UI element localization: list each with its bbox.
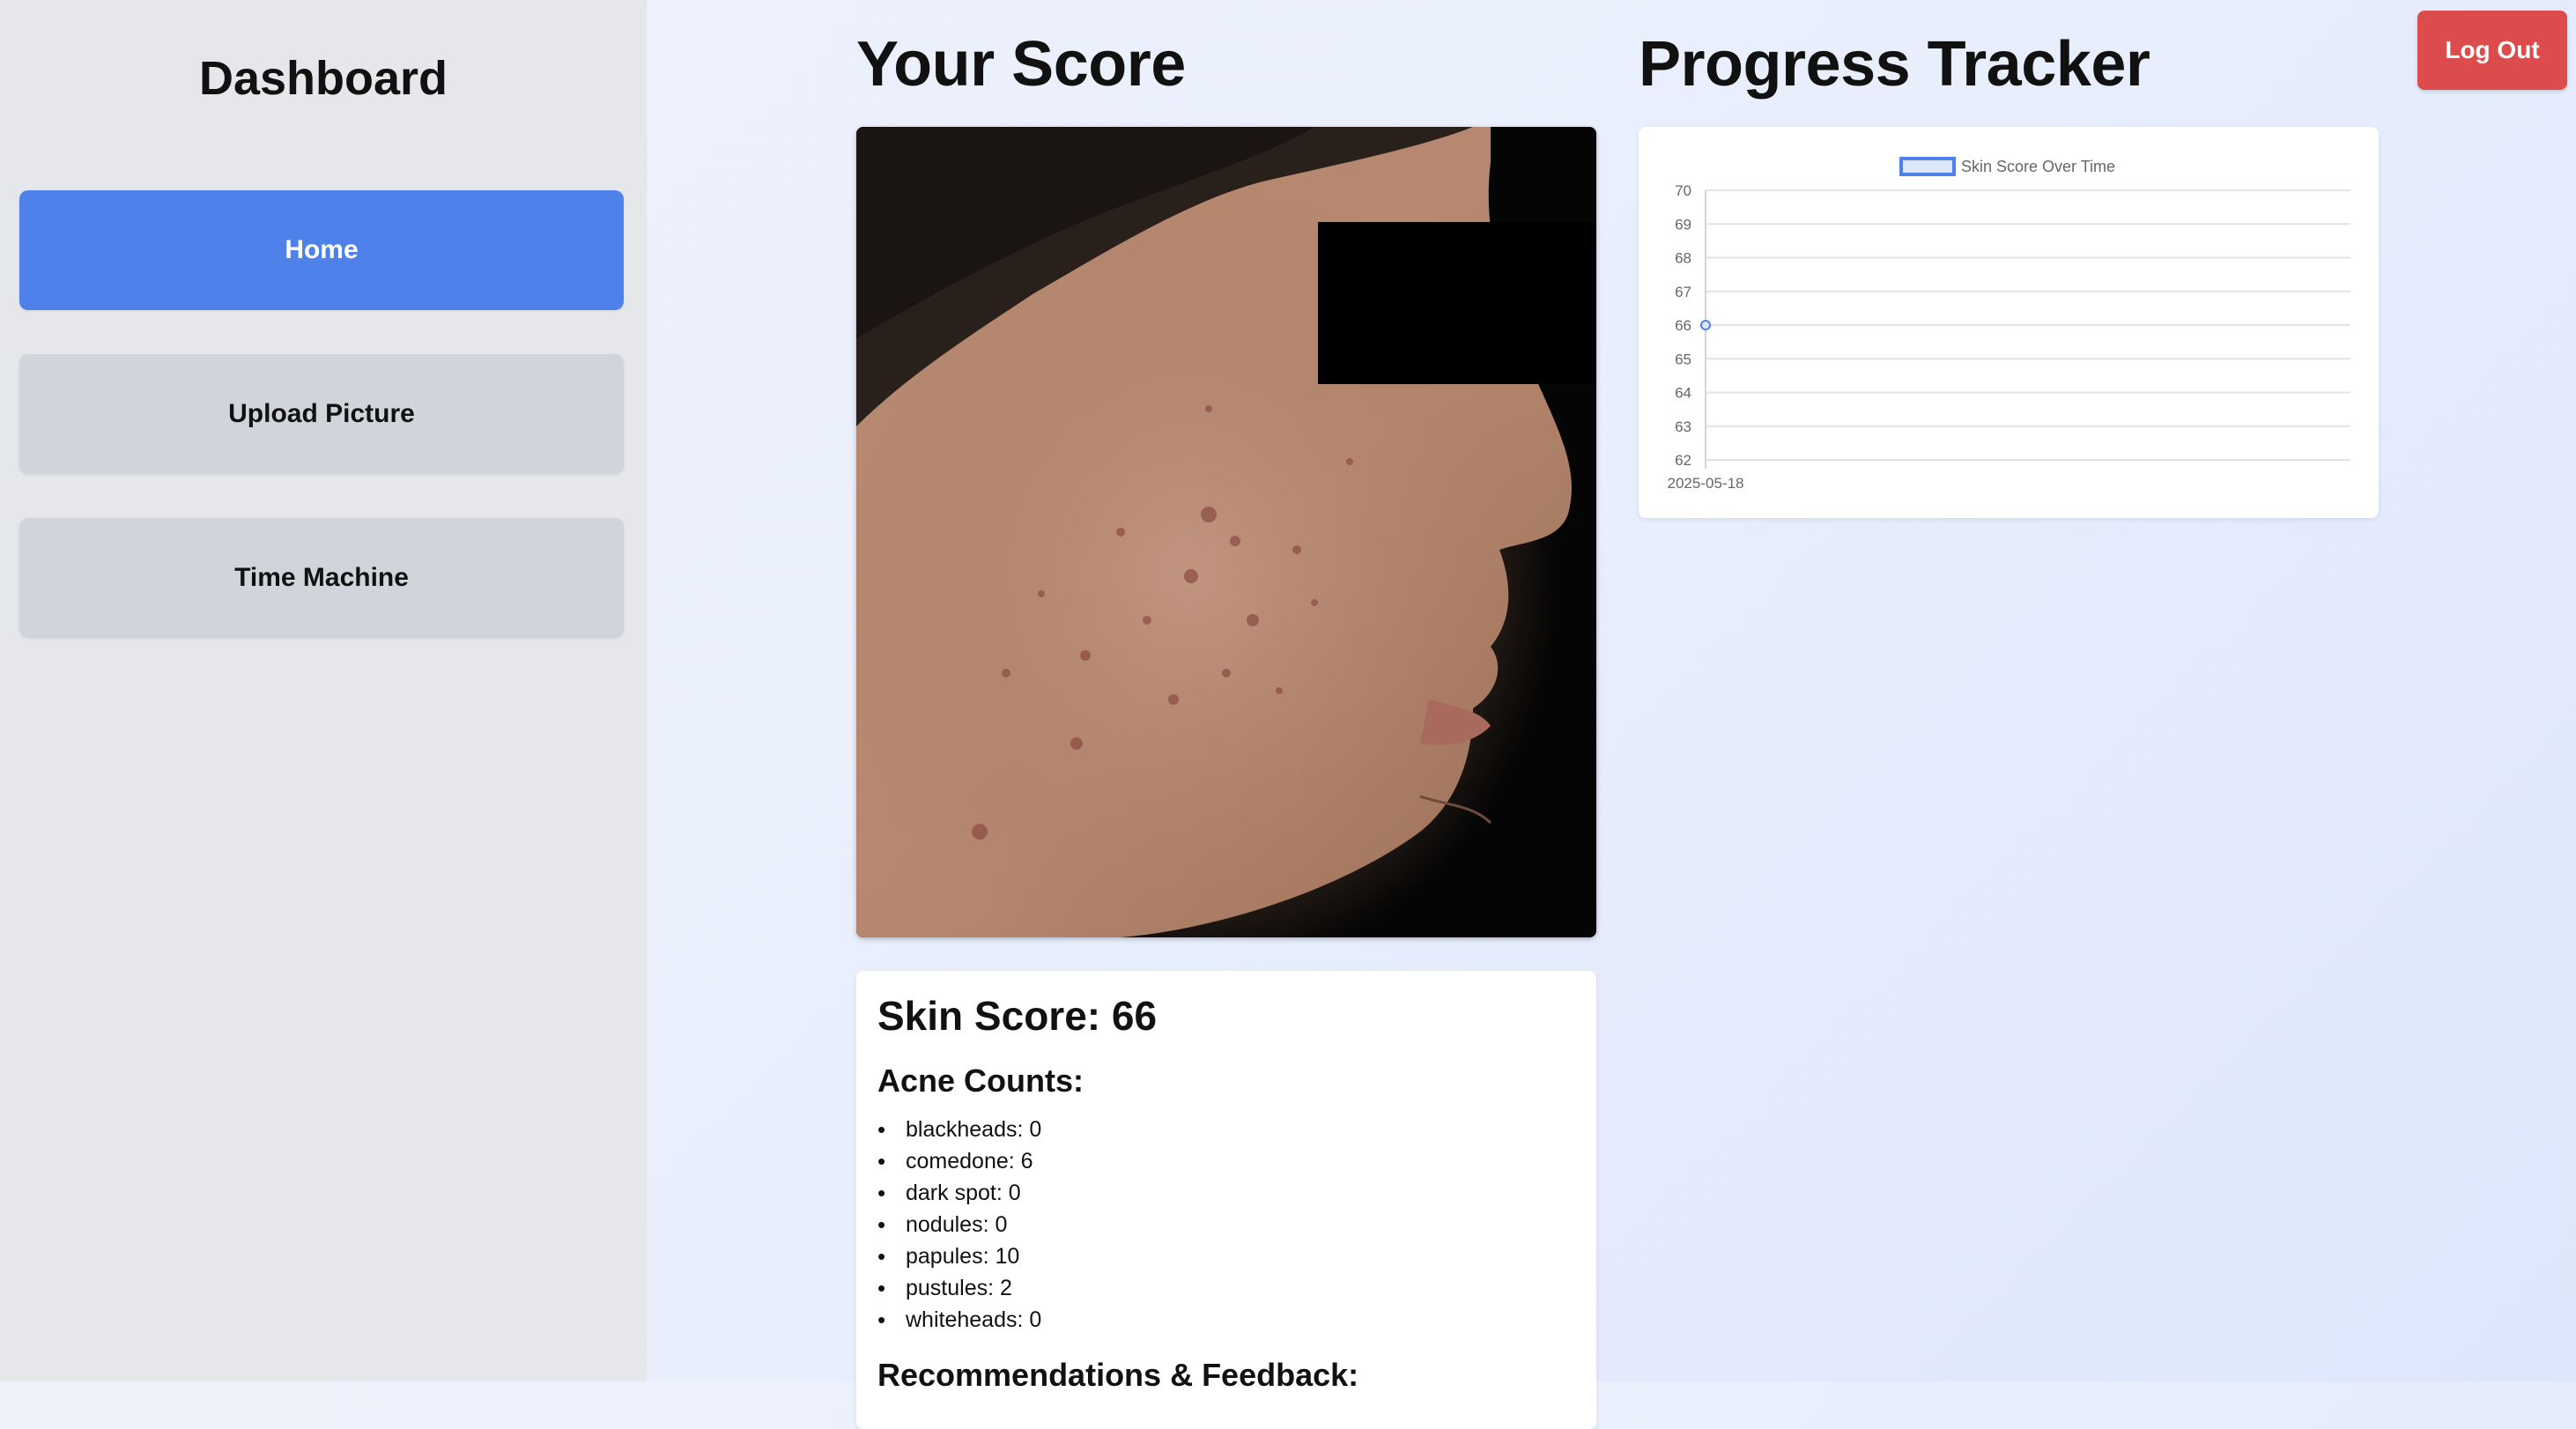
list-item: blackheads: 0 xyxy=(877,1114,1041,1145)
y-tick-label: 64 xyxy=(1675,385,1691,402)
sidebar-item-time-machine[interactable]: Time Machine xyxy=(19,518,624,638)
y-tick-label: 67 xyxy=(1675,284,1691,300)
y-tick-label: 63 xyxy=(1675,418,1691,435)
logout-button[interactable]: Log Out xyxy=(2417,11,2567,90)
sidebar: Dashboard Home Upload Picture Time Machi… xyxy=(0,0,647,1381)
y-tick-label: 62 xyxy=(1675,452,1691,469)
y-tick-label: 69 xyxy=(1675,216,1691,233)
list-item: pustules: 2 xyxy=(877,1272,1041,1304)
your-score-heading: Your Score xyxy=(856,29,1186,100)
list-item: nodules: 0 xyxy=(877,1209,1041,1240)
sidebar-item-home[interactable]: Home xyxy=(19,190,624,310)
progress-tracker-heading: Progress Tracker xyxy=(1639,29,2150,100)
recommendations-title: Recommendations & Feedback: xyxy=(877,1357,1359,1393)
y-tick-label: 70 xyxy=(1675,182,1691,199)
list-item: dark spot: 0 xyxy=(877,1177,1041,1209)
legend-label: Skin Score Over Time xyxy=(1961,158,2115,175)
acne-counts-title: Acne Counts: xyxy=(877,1062,1084,1099)
skin-score-card: Skin Score: 66 Acne Counts: blackheads: … xyxy=(856,971,1596,1429)
y-tick-label: 66 xyxy=(1675,317,1691,334)
legend-swatch xyxy=(1899,157,1956,176)
y-tick-label: 65 xyxy=(1675,351,1691,367)
face-profile-image xyxy=(856,127,1596,937)
skin-score-label: Skin Score: 66 xyxy=(877,993,1158,1039)
skin-photo xyxy=(856,127,1596,937)
sidebar-title: Dashboard xyxy=(198,52,448,105)
list-item: papules: 10 xyxy=(877,1240,1041,1272)
sidebar-item-upload-picture[interactable]: Upload Picture xyxy=(19,354,624,474)
list-item: whiteheads: 0 xyxy=(877,1304,1041,1336)
list-item: comedone: 6 xyxy=(877,1145,1041,1177)
y-tick-label: 68 xyxy=(1675,250,1691,267)
acne-counts-list: blackheads: 0 comedone: 6 dark spot: 0 n… xyxy=(877,1114,1041,1336)
progress-chart-card: Skin Score Over Time 62 63 64 65 66 67 68 69 70 20… xyxy=(1639,127,2379,518)
x-tick-label: 2025-05-18 xyxy=(1668,475,1744,492)
progress-line-chart: Skin Score Over Time 62 63 64 65 66 67 68 69 70 20… xyxy=(1668,157,2350,492)
data-point xyxy=(1700,320,1711,330)
